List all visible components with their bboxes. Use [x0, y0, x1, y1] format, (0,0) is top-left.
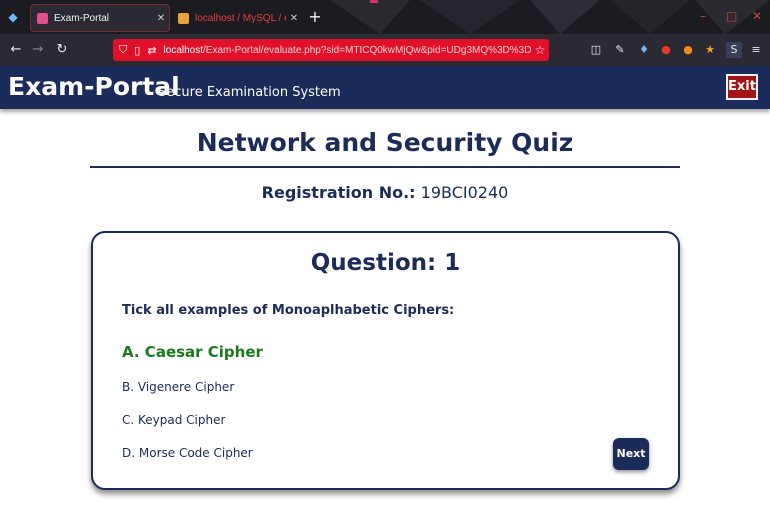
option-d[interactable]: D. Morse Code Cipher	[122, 446, 253, 460]
wrench-icon[interactable]: ✎	[612, 42, 628, 58]
tab-close-icon[interactable]: ✕	[286, 13, 302, 24]
pocket-icon[interactable]: ◫	[588, 42, 604, 58]
tracking-shield-icon[interactable]: ⛉	[119, 44, 127, 57]
tab-phpmyadmin[interactable]: localhost / MySQL / exam_porta ✕	[172, 4, 302, 32]
brand-logo: Exam-Portal	[8, 72, 180, 101]
title-divider	[90, 166, 680, 168]
menu-hamburger-icon[interactable]: ≡	[748, 42, 764, 58]
question-card: Question: 1 Tick all examples of Monoapl…	[91, 231, 680, 490]
extension-vpn-icon[interactable]: ♦	[636, 42, 652, 58]
url-host: localhost	[163, 44, 203, 56]
registration-line: Registration No.: 19BCI0240	[0, 183, 770, 202]
new-tab-button[interactable]: +	[306, 8, 324, 26]
permissions-icon[interactable]: ⇄	[147, 44, 156, 57]
page-icon[interactable]: ▯	[134, 44, 140, 57]
registration-value: 19BCI0240	[420, 183, 509, 202]
back-arrow-icon[interactable]: ←	[6, 40, 26, 60]
url-path: /Exam-Portal/evaluate.php?sid=MTICQ0kwMj…	[203, 44, 531, 56]
tab-title: Exam-Portal	[54, 12, 110, 24]
maximize-icon[interactable]: □	[726, 9, 737, 23]
option-b[interactable]: B. Vigenere Cipher	[122, 380, 234, 394]
extension-brave-icon[interactable]: ●	[680, 42, 696, 58]
browser-nav-bar: ← → ↻ ⛉ ▯ ⇄ localhost /Exam-Portal/evalu…	[0, 34, 770, 66]
phpmyadmin-favicon-icon	[178, 12, 189, 24]
window-close-icon[interactable]: ✕	[752, 9, 762, 23]
address-bar[interactable]: ⛉ ▯ ⇄ localhost /Exam-Portal/evaluate.ph…	[113, 39, 549, 61]
tab-exam-portal[interactable]: Exam-Portal ✕	[30, 4, 170, 32]
question-text: Tick all examples of Monoaplhabetic Ciph…	[122, 303, 455, 318]
app-header: Exam-Portal Secure Examination System	[0, 66, 770, 109]
firefox-view-icon[interactable]: ◆	[6, 10, 20, 24]
registration-label: Registration No.:	[261, 183, 416, 202]
bookmark-star-icon[interactable]: ☆	[531, 43, 549, 57]
extension-metamask-icon[interactable]: ★	[702, 42, 718, 58]
tab-title: localhost / MySQL / exam_porta	[195, 12, 286, 24]
option-c[interactable]: C. Keypad Cipher	[122, 413, 225, 427]
minimize-icon[interactable]: –	[700, 9, 706, 23]
extension-s-icon[interactable]: S	[726, 42, 742, 58]
forward-arrow-icon[interactable]: →	[28, 40, 48, 60]
quiz-title: Network and Security Quiz	[196, 128, 574, 157]
extension-adblock-icon[interactable]: ●	[658, 42, 674, 58]
brand-tagline: Secure Examination System	[158, 85, 341, 100]
tab-close-icon[interactable]: ✕	[153, 13, 169, 24]
question-heading: Question: 1	[310, 250, 461, 276]
option-a[interactable]: A. Caesar Cipher	[122, 343, 263, 361]
browser-tab-strip: ◆ Exam-Portal ✕ localhost / MySQL / exam…	[0, 0, 770, 34]
exit-button[interactable]: Exit	[726, 74, 758, 100]
next-button[interactable]: Next	[613, 438, 649, 470]
reload-icon[interactable]: ↻	[52, 40, 72, 60]
exam-portal-favicon-icon	[37, 12, 48, 24]
